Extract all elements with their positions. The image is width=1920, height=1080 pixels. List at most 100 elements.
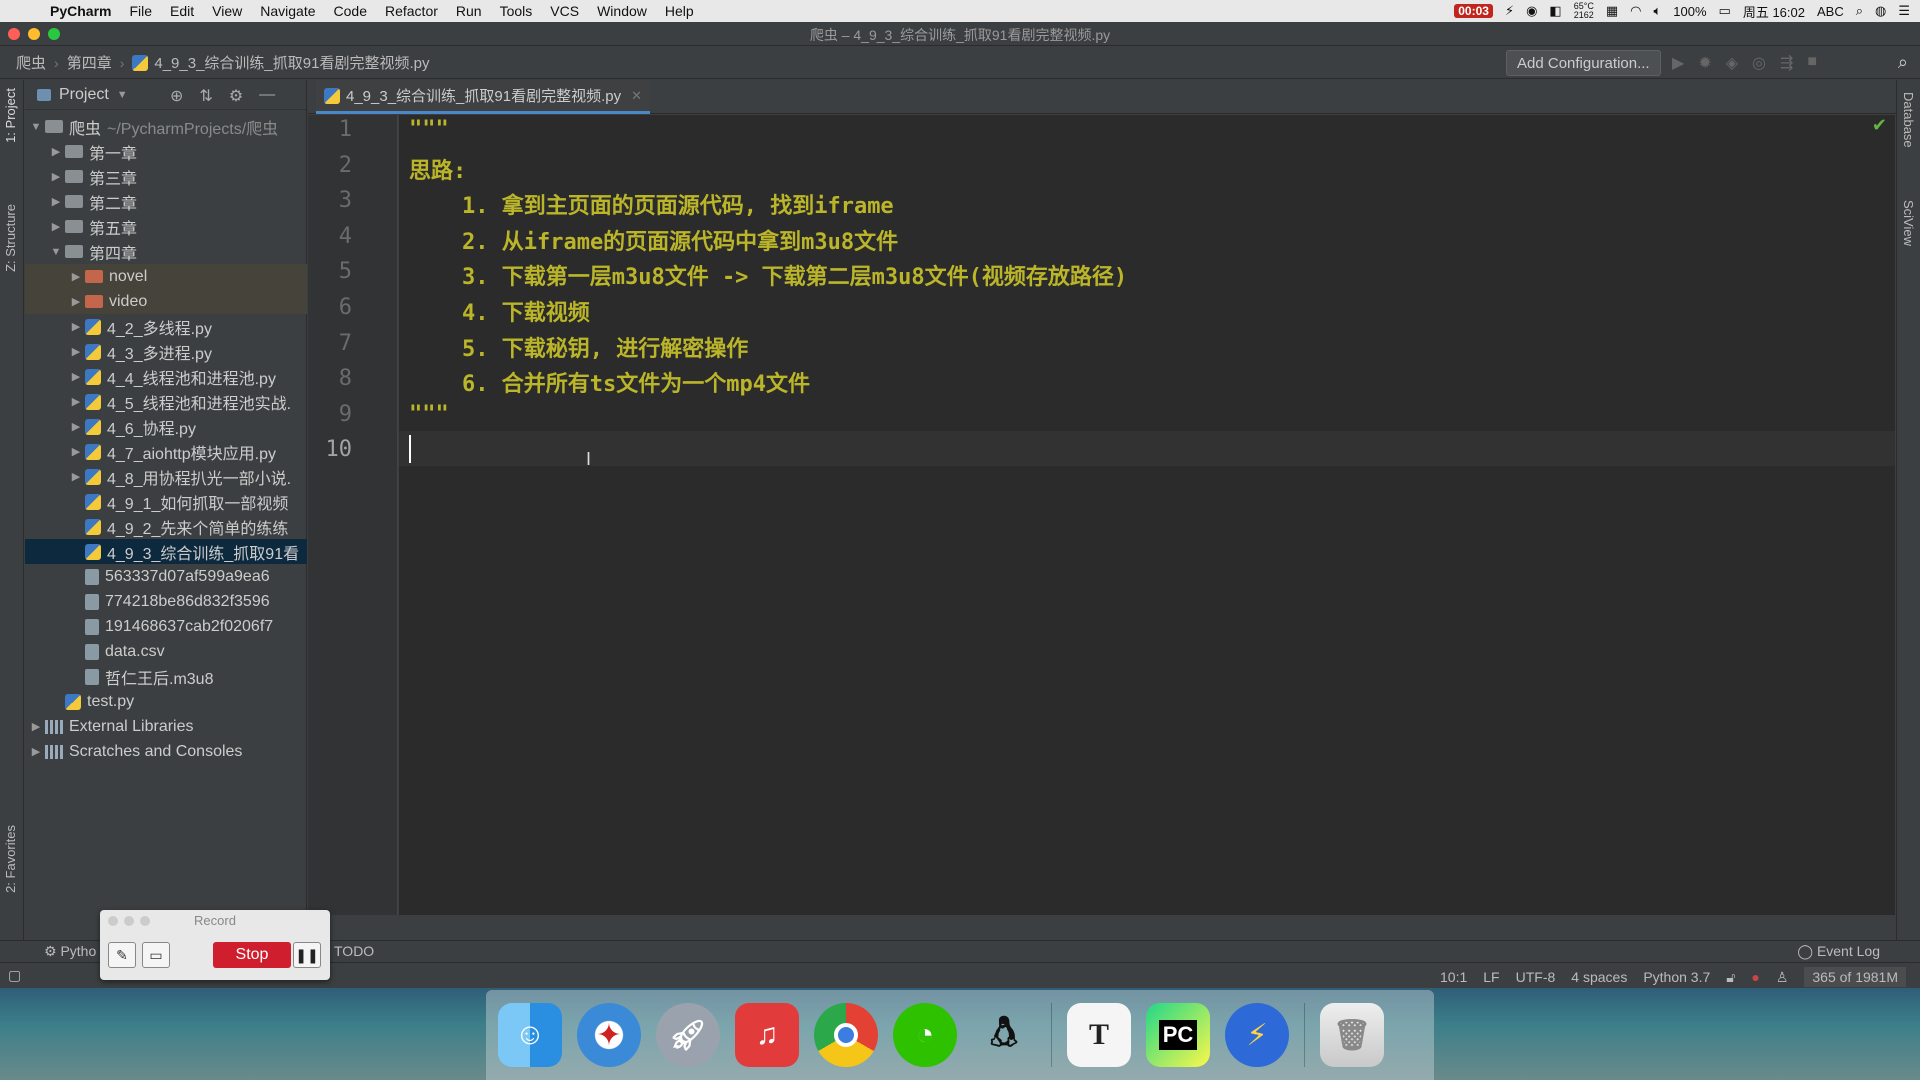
tree-root[interactable]: ▼ 爬虫 ~/PycharmProjects/爬虫 bbox=[25, 114, 307, 139]
qq-icon[interactable]: 🐧︎ bbox=[972, 1003, 1036, 1067]
wechat-icon[interactable]: ◔ bbox=[893, 1003, 957, 1067]
hector-icon[interactable]: ♙ bbox=[1776, 969, 1789, 986]
close-tab-icon[interactable]: ✕ bbox=[631, 88, 642, 104]
database-tool-tab[interactable]: Database bbox=[1901, 92, 1916, 148]
menu-edit[interactable]: Edit bbox=[170, 3, 194, 19]
battery-icon[interactable]: ▭ bbox=[1719, 3, 1731, 19]
menu-code[interactable]: Code bbox=[334, 3, 367, 19]
project-view-selector[interactable]: Project bbox=[59, 86, 109, 104]
chevron-right-icon[interactable]: ▶ bbox=[47, 195, 65, 208]
menu-help[interactable]: Help bbox=[665, 3, 694, 19]
chevron-right-icon[interactable]: ▶ bbox=[27, 720, 45, 733]
chevron-down-icon[interactable]: ▼ bbox=[117, 89, 128, 101]
stop-icon[interactable]: ■ bbox=[1807, 53, 1817, 73]
indent-setting[interactable]: 4 spaces bbox=[1571, 969, 1627, 985]
volume-icon[interactable]: 🔈︎ bbox=[1653, 3, 1661, 19]
lightning-icon[interactable]: ⚡ bbox=[1505, 3, 1514, 19]
locate-icon[interactable]: ⊕ bbox=[170, 86, 183, 106]
thunder-icon[interactable]: ⚡ bbox=[1225, 1003, 1289, 1067]
breadcrumb-project[interactable]: 爬虫 bbox=[16, 52, 46, 73]
tree-item[interactable]: 774218be86d832f3596 bbox=[25, 589, 307, 614]
finder-icon[interactable]: ☺ bbox=[498, 1003, 562, 1067]
chevron-right-icon[interactable]: ▶ bbox=[47, 170, 65, 183]
tree-item[interactable]: 哲仁王后.m3u8 bbox=[25, 664, 307, 689]
lock-icon[interactable]: 🔓︎ bbox=[1726, 969, 1735, 986]
notification-center-icon[interactable]: ☰ bbox=[1898, 3, 1910, 19]
stop-recording-button[interactable]: Stop bbox=[213, 942, 291, 968]
memory-indicator[interactable]: 365 of 1981M bbox=[1804, 967, 1906, 987]
event-log-tab[interactable]: ◯ Event Log bbox=[1797, 943, 1880, 960]
menu-app-name[interactable]: PyCharm bbox=[50, 3, 111, 19]
menu-vcs[interactable]: VCS bbox=[550, 3, 579, 19]
tree-item[interactable]: ▼ 第四章 bbox=[25, 239, 307, 264]
tree-item[interactable]: ▶ External Libraries bbox=[25, 714, 307, 739]
python-console-tab[interactable]: ⚙ Pytho bbox=[44, 943, 96, 960]
record-timer[interactable]: 00:03 bbox=[1454, 4, 1493, 18]
todo-tab[interactable]: TODO bbox=[334, 943, 374, 959]
menu-view[interactable]: View bbox=[212, 3, 242, 19]
tree-item[interactable]: ▶ Scratches and Consoles bbox=[25, 739, 307, 764]
file-encoding[interactable]: UTF-8 bbox=[1516, 969, 1556, 985]
chrome-icon[interactable] bbox=[814, 1003, 878, 1067]
chevron-right-icon[interactable]: ▶ bbox=[47, 220, 65, 233]
netease-music-icon[interactable]: ♫ bbox=[735, 1003, 799, 1067]
build-icon[interactable]: ⇶ bbox=[1780, 53, 1793, 73]
profile-icon[interactable]: ◎ bbox=[1752, 53, 1766, 73]
tree-item[interactable]: ▶ 第五章 bbox=[25, 214, 307, 239]
tree-item[interactable]: ▶ 4_6_协程.py bbox=[25, 414, 307, 439]
tree-item[interactable]: ▶ 4_2_多线程.py bbox=[25, 314, 307, 339]
launchpad-icon[interactable]: 🚀︎ bbox=[656, 1003, 720, 1067]
menu-window[interactable]: Window bbox=[597, 3, 647, 19]
typora-icon[interactable]: T bbox=[1067, 1003, 1131, 1067]
weather-widget[interactable]: 65°C 2162 bbox=[1574, 2, 1594, 20]
spotlight-icon[interactable]: ⌕ bbox=[1856, 3, 1863, 19]
tree-item[interactable]: ▶ 第一章 bbox=[25, 139, 307, 164]
wechat-status-icon[interactable]: ◉ bbox=[1526, 3, 1537, 19]
run-icon[interactable]: ▶ bbox=[1672, 53, 1684, 73]
tree-item[interactable]: ▶ 4_7_aiohttp模块应用.py bbox=[25, 439, 307, 464]
annotate-pen-icon[interactable]: ✎ bbox=[108, 942, 136, 968]
collapse-all-icon[interactable]: ⇅ bbox=[199, 86, 212, 106]
menu-run[interactable]: Run bbox=[456, 3, 482, 19]
menu-extra-icon[interactable]: ◧ bbox=[1549, 3, 1561, 19]
coverage-icon[interactable]: ◈ bbox=[1726, 53, 1738, 73]
tree-item[interactable]: 4_9_1_如何抓取一部视频 bbox=[25, 489, 307, 514]
chevron-down-icon[interactable]: ▼ bbox=[47, 246, 65, 258]
chevron-down-icon[interactable]: ▼ bbox=[27, 121, 45, 133]
battery-percent[interactable]: 100% bbox=[1673, 4, 1706, 19]
structure-tool-tab[interactable]: Z: Structure bbox=[3, 204, 18, 272]
chevron-right-icon[interactable]: ▶ bbox=[67, 295, 85, 308]
tree-item[interactable]: 4_9_2_先来个简单的练练 bbox=[25, 514, 307, 539]
tree-item[interactable]: ▶ 4_3_多进程.py bbox=[25, 339, 307, 364]
siri-icon[interactable]: ◍ bbox=[1875, 3, 1886, 19]
tree-item[interactable]: test.py bbox=[25, 689, 307, 714]
project-tool-tab[interactable]: 1: Project bbox=[3, 88, 18, 143]
breadcrumb-folder[interactable]: 第四章 bbox=[67, 52, 112, 73]
chevron-right-icon[interactable]: ▶ bbox=[47, 145, 65, 158]
tree-item[interactable]: 191468637cab2f0206f7 bbox=[25, 614, 307, 639]
menu-tools[interactable]: Tools bbox=[500, 3, 533, 19]
tree-item[interactable]: ▶ video bbox=[25, 289, 307, 314]
python-interpreter[interactable]: Python 3.7 bbox=[1643, 969, 1710, 985]
wifi-icon[interactable]: ◠ bbox=[1630, 3, 1641, 19]
inspection-ok-icon[interactable]: ✔ bbox=[1872, 115, 1887, 136]
tree-item[interactable]: ▶ 4_5_线程池和进程池实战. bbox=[25, 389, 307, 414]
tree-item[interactable]: ▶ 第三章 bbox=[25, 164, 307, 189]
hide-icon[interactable]: — bbox=[259, 86, 275, 106]
safari-icon[interactable]: ✦ bbox=[577, 1003, 641, 1067]
add-configuration-button[interactable]: Add Configuration... bbox=[1506, 50, 1661, 76]
line-separator[interactable]: LF bbox=[1483, 969, 1499, 985]
record-area-icon[interactable]: ▭ bbox=[142, 942, 170, 968]
editor-tab-active[interactable]: 4_9_3_综合训练_抓取91看剧完整视频.py ✕ bbox=[316, 80, 650, 114]
menu-clock[interactable]: 周五 16:02 bbox=[1743, 2, 1805, 21]
chevron-right-icon[interactable]: ▶ bbox=[67, 445, 85, 458]
chevron-right-icon[interactable]: ▶ bbox=[67, 470, 85, 483]
breadcrumb-file[interactable]: 4_9_3_综合训练_抓取91看剧完整视频.py bbox=[132, 52, 429, 73]
chevron-right-icon[interactable]: ▶ bbox=[67, 420, 85, 433]
favorites-tool-tab[interactable]: 2: Favorites bbox=[3, 825, 18, 893]
chevron-right-icon[interactable]: ▶ bbox=[27, 745, 45, 758]
pause-recording-button[interactable]: ❚❚ bbox=[293, 942, 321, 968]
tree-item[interactable]: data.csv bbox=[25, 639, 307, 664]
chevron-right-icon[interactable]: ▶ bbox=[67, 270, 85, 283]
tree-item[interactable]: 563337d07af599a9ea6 bbox=[25, 564, 307, 589]
